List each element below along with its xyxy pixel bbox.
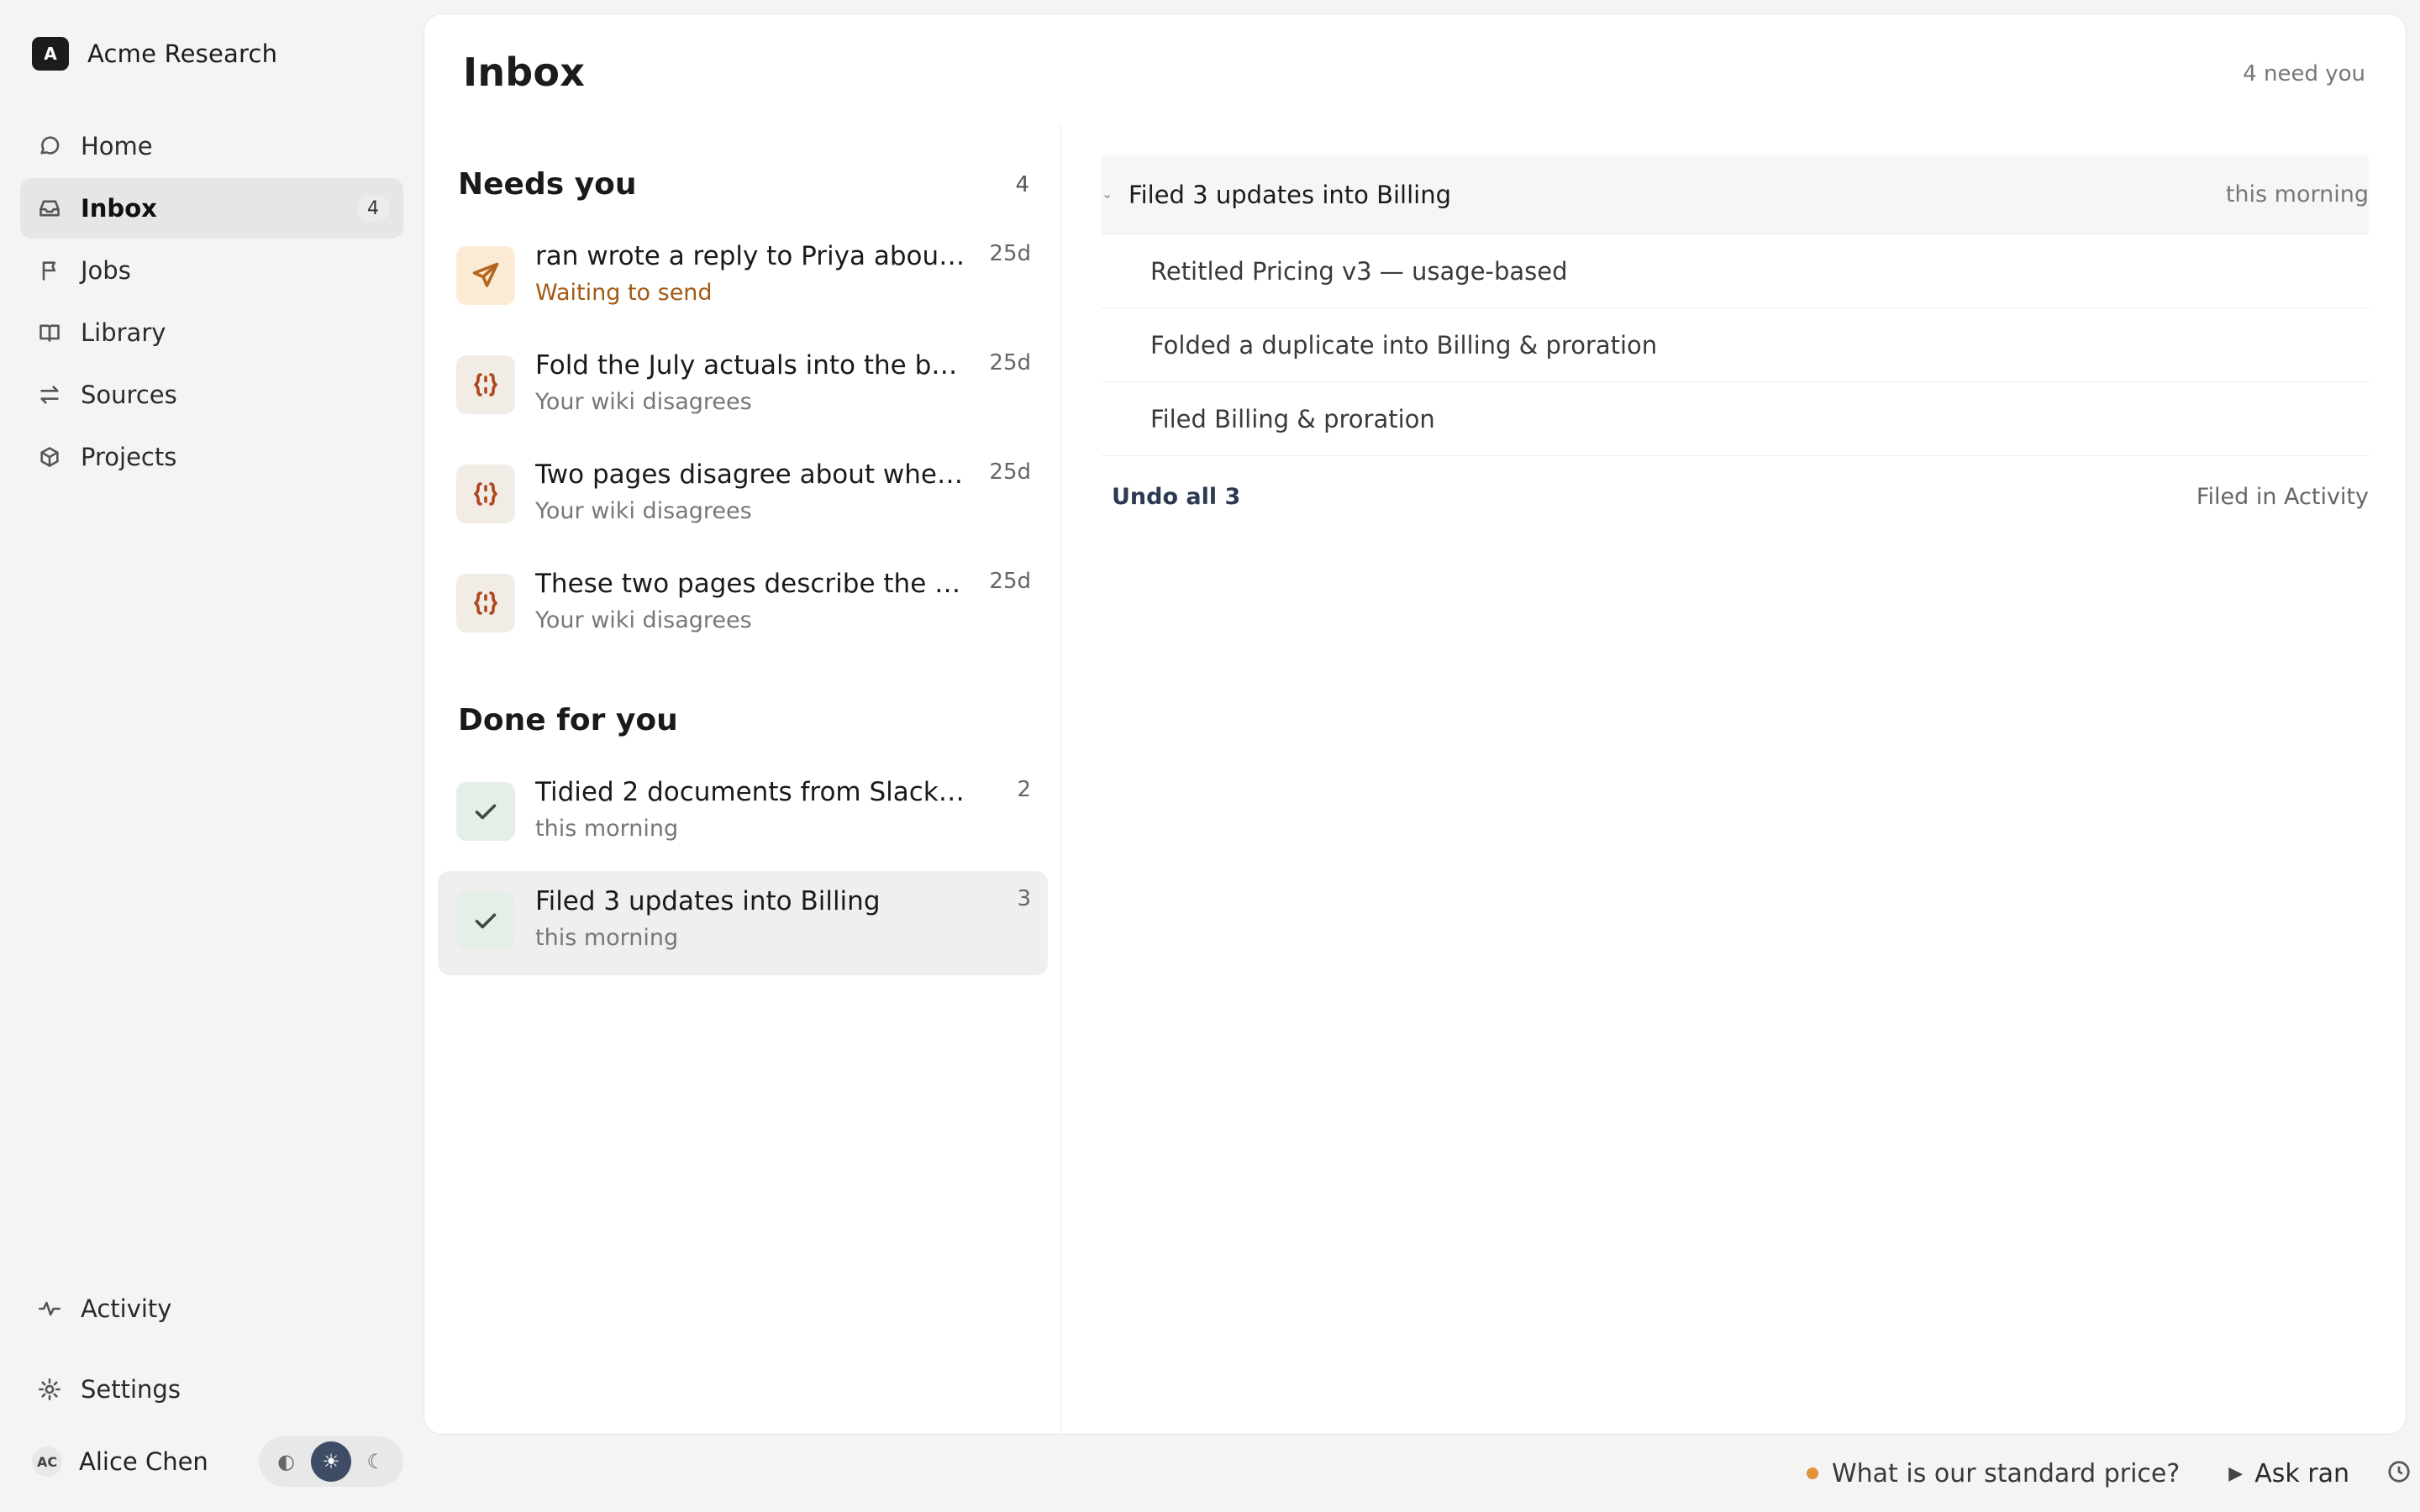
sidebar-item-library[interactable]: Library xyxy=(20,302,403,363)
main-nav: Home Inbox 4 Jobs Library Sources Projec… xyxy=(20,116,403,489)
item-title: These two pages describe the sam... xyxy=(535,569,972,599)
sidebar-item-settings[interactable]: Settings xyxy=(20,1359,403,1420)
sidebar-item-label: Settings xyxy=(81,1375,181,1404)
sidebar-item-jobs[interactable]: Jobs xyxy=(20,240,403,301)
avatar: AC xyxy=(32,1446,62,1477)
conflict-icon xyxy=(456,574,515,633)
user-name: Alice Chen xyxy=(79,1447,208,1476)
sidebar-item-home[interactable]: Home xyxy=(20,116,403,176)
sidebar-item-label: Inbox xyxy=(81,194,157,223)
sidebar-item-label: Sources xyxy=(81,381,177,409)
inbox-list: Needs you 4 ran wrote a reply to Priya a… xyxy=(424,123,1061,1434)
workspace-logo: A xyxy=(32,37,69,71)
send-icon xyxy=(456,246,515,305)
sidebar-item-sources[interactable]: Sources xyxy=(20,365,403,425)
detail-row[interactable]: Retitled Pricing v3 — usage-based xyxy=(1102,234,2369,308)
item-status: Your wiki disagrees xyxy=(535,607,752,633)
history-icon[interactable] xyxy=(2386,1459,2412,1488)
detail-row[interactable]: Filed Billing & proration xyxy=(1102,382,2369,456)
gear-icon xyxy=(37,1377,62,1402)
list-item[interactable]: Filed 3 updates into Billing this mornin… xyxy=(438,871,1048,975)
item-title: ran wrote a reply to Priya about Q... xyxy=(535,241,972,271)
sidebar-item-activity[interactable]: Activity xyxy=(20,1278,403,1339)
needs-you-header: Needs you 4 xyxy=(458,167,1029,202)
theme-toggle: ◐ ☀ ☾ xyxy=(259,1436,403,1487)
section-title: Done for you xyxy=(458,703,678,738)
item-status: Your wiki disagrees xyxy=(535,389,752,415)
list-item[interactable]: Tidied 2 documents from Slack —... this … xyxy=(438,762,1048,866)
detail-title: Filed 3 updates into Billing xyxy=(1128,180,1452,209)
workspace-switcher[interactable]: A Acme Research xyxy=(32,37,277,71)
collapse-caret-icon[interactable]: ⌄ xyxy=(1102,186,1113,202)
check-icon xyxy=(456,782,515,841)
page-title: Inbox xyxy=(463,50,586,95)
list-item[interactable]: ran wrote a reply to Priya about Q... Wa… xyxy=(438,226,1048,330)
ask-bar: What is our standard price? ▶ Ask ran xyxy=(1807,1452,2412,1495)
conflict-icon xyxy=(456,465,515,523)
list-item[interactable]: Fold the July actuals into the boar... Y… xyxy=(438,335,1048,439)
theme-dark-icon[interactable]: ☾ xyxy=(355,1441,396,1482)
user-profile[interactable]: AC Alice Chen xyxy=(32,1440,208,1483)
pulse-icon xyxy=(37,1296,62,1321)
suggested-question[interactable]: What is our standard price? xyxy=(1832,1459,2180,1488)
sidebar-item-label: Jobs xyxy=(81,256,131,285)
item-age: 25d xyxy=(989,241,1031,266)
play-icon: ▶ xyxy=(2228,1462,2244,1484)
book-icon xyxy=(37,320,62,345)
list-item[interactable]: Two pages disagree about where E... Your… xyxy=(438,444,1048,549)
sidebar-item-label: Home xyxy=(81,132,153,160)
done-for-you-header: Done for you xyxy=(458,703,1029,738)
section-count: 4 xyxy=(1015,171,1029,197)
item-age: 25d xyxy=(989,459,1031,485)
item-status: Waiting to send xyxy=(535,280,713,306)
item-age: 25d xyxy=(989,569,1031,594)
need-count: 4 need you xyxy=(2243,61,2365,87)
section-title: Needs you xyxy=(458,167,637,202)
sidebar-item-label: Activity xyxy=(81,1294,172,1323)
workspace-name: Acme Research xyxy=(87,39,278,68)
sidebar-item-projects[interactable]: Projects xyxy=(20,427,403,487)
item-time: this morning xyxy=(535,816,679,842)
detail-footer: Undo all 3 Filed in Activity xyxy=(1102,456,2369,537)
filed-in-link[interactable]: Filed in Activity xyxy=(2196,484,2369,510)
check-icon xyxy=(456,891,515,950)
theme-auto-icon[interactable]: ◐ xyxy=(266,1441,307,1482)
inbox-count-badge: 4 xyxy=(356,195,390,222)
item-title: Filed 3 updates into Billing xyxy=(535,886,881,916)
cube-icon xyxy=(37,444,62,470)
detail-pane: ⌄ Filed 3 updates into Billing this morn… xyxy=(1102,155,2369,537)
arrows-exchange-icon xyxy=(37,382,62,407)
item-title: Fold the July actuals into the boar... xyxy=(535,350,972,381)
undo-all-button[interactable]: Undo all 3 xyxy=(1112,484,1240,510)
item-time: this morning xyxy=(535,925,679,951)
detail-row[interactable]: Folded a duplicate into Billing & prorat… xyxy=(1102,308,2369,382)
conflict-icon xyxy=(456,355,515,414)
sidebar: A Acme Research Home Inbox 4 Jobs Librar… xyxy=(0,0,424,1512)
secondary-nav: Activity Settings xyxy=(20,1278,403,1421)
flag-icon xyxy=(37,258,62,283)
list-item[interactable]: These two pages describe the sam... Your… xyxy=(438,554,1048,658)
ask-button[interactable]: Ask ran xyxy=(2254,1459,2349,1488)
detail-time: this morning xyxy=(2225,181,2369,207)
status-dot xyxy=(1807,1467,1818,1479)
item-title: Two pages disagree about where E... xyxy=(535,459,972,490)
chat-bubble-icon xyxy=(37,134,62,159)
inbox-icon xyxy=(37,196,62,221)
sidebar-item-label: Library xyxy=(81,318,166,347)
inbox-panel: Inbox 4 need you Needs you 4 ran wrote a… xyxy=(424,13,2407,1435)
item-count: 2 xyxy=(1017,777,1031,802)
detail-header[interactable]: ⌄ Filed 3 updates into Billing this morn… xyxy=(1102,155,2369,234)
item-status: Your wiki disagrees xyxy=(535,498,752,524)
theme-light-icon[interactable]: ☀ xyxy=(310,1441,351,1482)
item-age: 25d xyxy=(989,350,1031,375)
item-count: 3 xyxy=(1017,886,1031,911)
item-title: Tidied 2 documents from Slack —... xyxy=(535,777,972,807)
sidebar-item-label: Projects xyxy=(81,443,177,471)
sidebar-item-inbox[interactable]: Inbox 4 xyxy=(20,178,403,239)
